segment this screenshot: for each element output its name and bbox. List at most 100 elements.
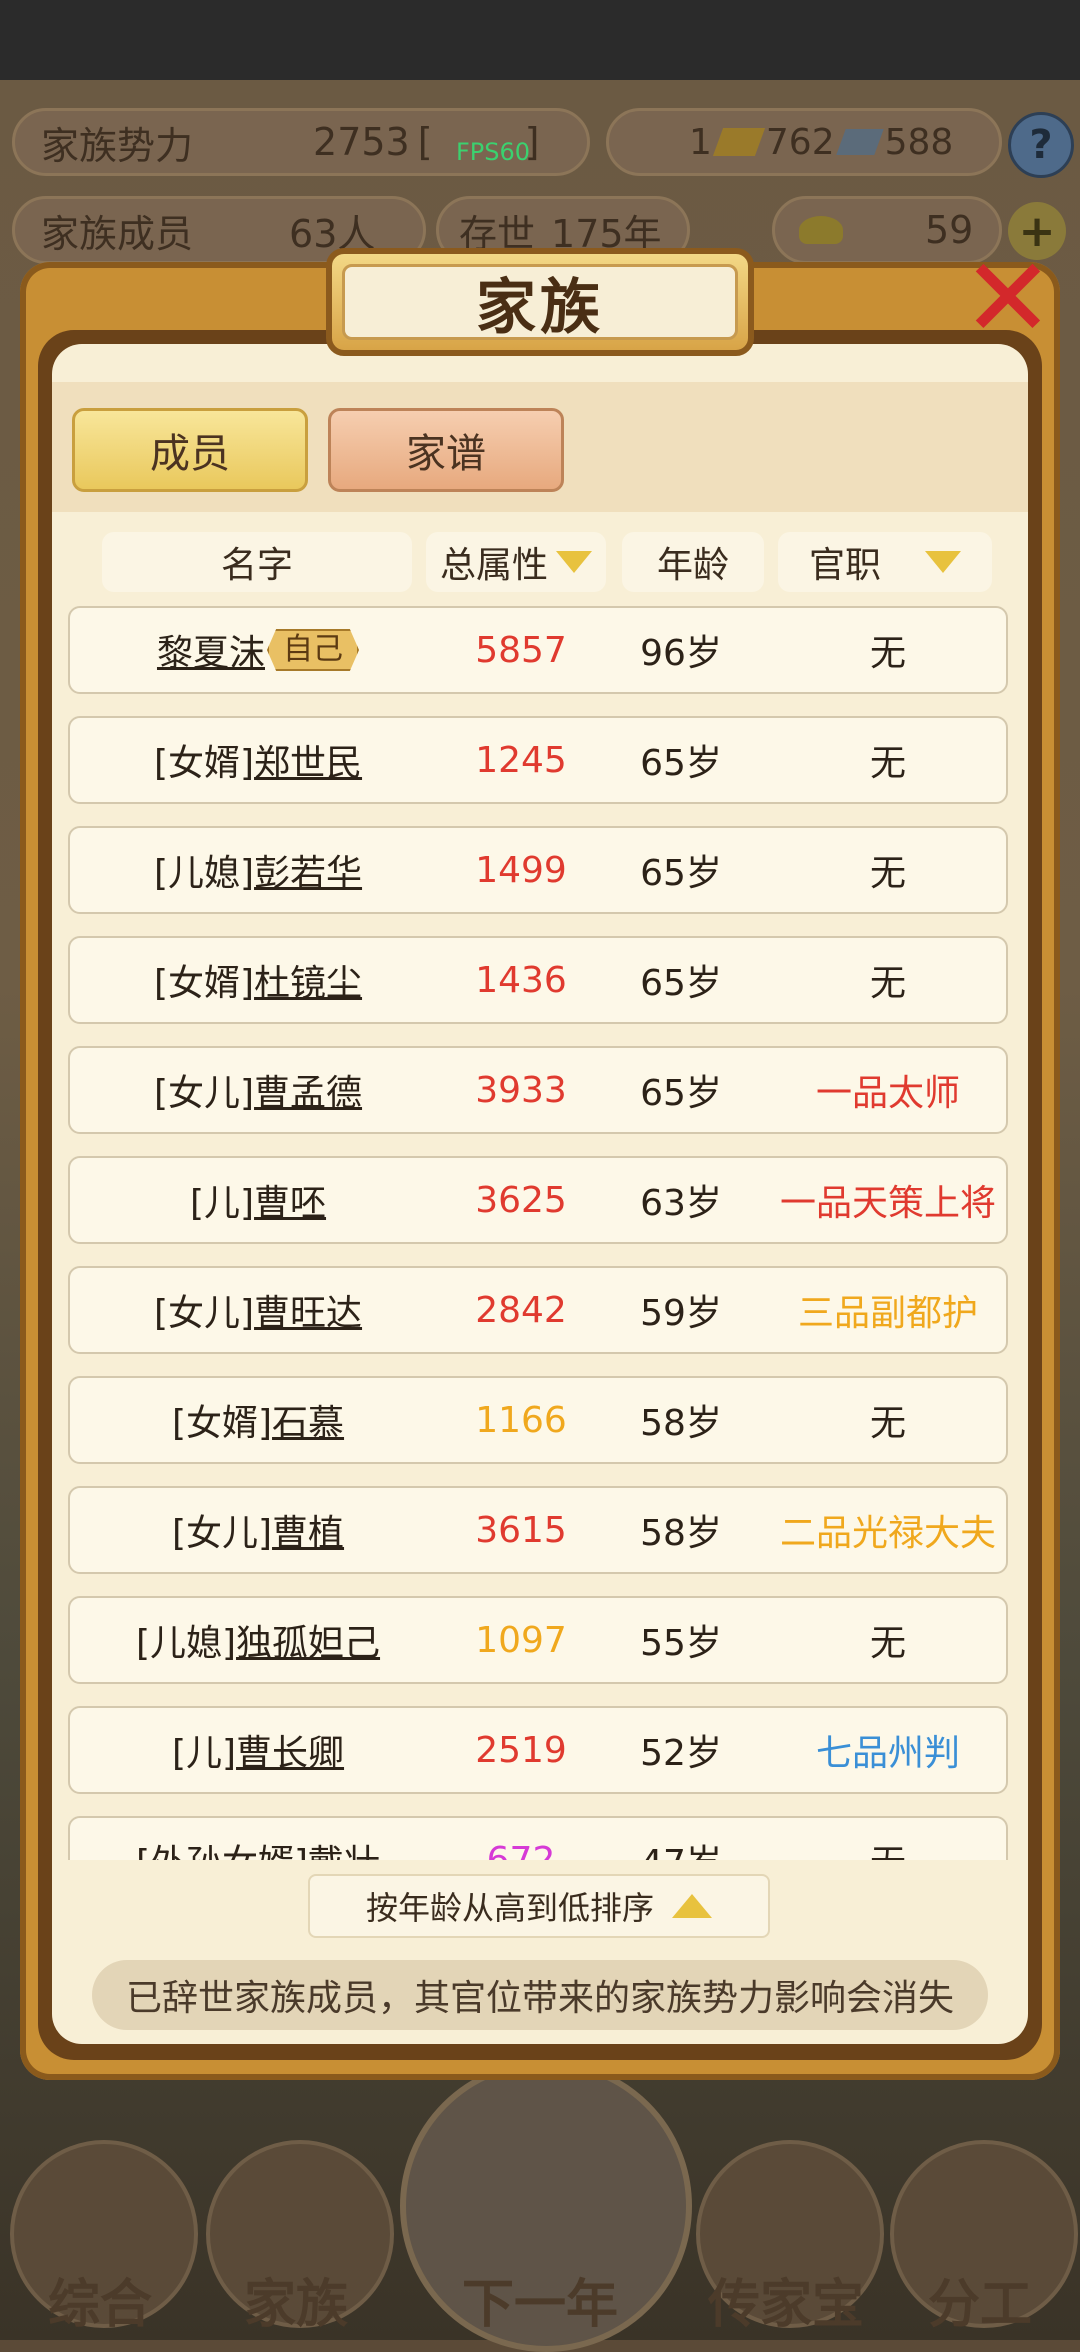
tab-members-label: 成员 [150, 431, 230, 477]
member-relation: [儿] [189, 1183, 255, 1224]
self-badge: 自己 [267, 629, 359, 671]
deceased-notice: 已辞世家族成员，其官位带来的家族势力影响会消失 [92, 1960, 988, 2030]
member-relation: [儿] [171, 1733, 237, 1774]
member-row[interactable]: [儿] 曹呸 3625 63岁 一品天策上将 [68, 1156, 1008, 1244]
modal-title-plate: 家族 [326, 248, 754, 356]
member-attr: 3933 [475, 1069, 567, 1111]
member-post: 三品副都护 [797, 1293, 978, 1334]
member-name[interactable]: 独孤妲己 [236, 1614, 380, 1666]
member-attr: 1499 [475, 849, 567, 891]
member-attr: 672 [486, 1839, 556, 1861]
member-attr: 2519 [475, 1729, 567, 1771]
currency-box: 1 762 588 [606, 108, 1002, 176]
member-age: 96岁 [640, 633, 722, 674]
sort-by-age-label: 按年龄从高到低排序 [365, 1889, 654, 1927]
member-name[interactable]: 杜镜尘 [254, 954, 362, 1006]
member-age: 47岁 [596, 1818, 766, 1860]
member-row[interactable]: [女婿] 郑世民 1245 65岁 无 [68, 716, 1008, 804]
member-attr: 5857 [475, 629, 567, 671]
nav-label-heirloom: 传家宝 [707, 2275, 864, 2335]
member-attr: 1097 [475, 1619, 567, 1661]
member-name[interactable]: 曹呸 [254, 1174, 326, 1226]
member-post: 无 [869, 963, 906, 1004]
member-post: 无 [869, 743, 906, 784]
family-power-value: 2753 [313, 120, 410, 164]
nav-label-family: 家族 [243, 2275, 348, 2335]
member-name[interactable]: 黎夏沫 [157, 624, 265, 676]
close-icon[interactable]: ✕ [958, 234, 1058, 362]
member-list[interactable]: 黎夏沫 自己 5857 96岁 无 [女婿] 郑世民 1245 65岁 无 [儿… [60, 600, 1020, 1860]
member-relation: [儿媳] [153, 853, 255, 894]
help-icon[interactable]: ? [1008, 112, 1074, 178]
nav-label-next-year: 下一年 [461, 2275, 618, 2335]
tab-family-tree-label: 家谱 [406, 431, 486, 477]
gold-bar-icon [712, 128, 766, 156]
member-row[interactable]: [儿] 曹长卿 2519 52岁 七品州判 [68, 1706, 1008, 1794]
member-age: 58岁 [640, 1403, 722, 1444]
member-name[interactable]: 戴壮 [308, 1834, 380, 1860]
member-row[interactable]: [女婿] 杜镜尘 1436 65岁 无 [68, 936, 1008, 1024]
member-name[interactable]: 石慕 [272, 1394, 344, 1446]
member-row[interactable]: 黎夏沫 自己 5857 96岁 无 [68, 606, 1008, 694]
member-age: 65岁 [640, 963, 722, 1004]
tab-members[interactable]: 成员 [72, 408, 308, 492]
sort-by-age-button[interactable]: 按年龄从高到低排序 [308, 1874, 770, 1938]
member-attr: 2842 [475, 1289, 567, 1331]
member-post: 无 [869, 853, 906, 894]
silver-icon [835, 129, 884, 155]
nav-label-division: 分工 [927, 2275, 1032, 2335]
members-label: 家族成员 [41, 211, 194, 256]
member-age: 65岁 [640, 743, 722, 784]
member-age: 52岁 [640, 1733, 722, 1774]
member-attr: 1436 [475, 959, 567, 1001]
member-age: 58岁 [640, 1513, 722, 1554]
member-relation: [女儿] [153, 1073, 255, 1114]
member-age: 65岁 [640, 853, 722, 894]
member-relation: [女婿] [153, 743, 255, 784]
member-row[interactable]: [外孙女婿] 戴壮 672 47岁 无 [68, 1816, 1008, 1860]
member-name[interactable]: 曹植 [272, 1504, 344, 1556]
member-name[interactable]: 曹旺达 [254, 1284, 362, 1336]
fps-counter: FPS60 [456, 138, 531, 166]
silver-count: 588 [884, 121, 954, 163]
member-name[interactable]: 曹孟德 [254, 1064, 362, 1116]
member-post: 一品天策上将 [779, 1183, 996, 1224]
modal-title: 家族 [476, 272, 604, 343]
tab-family-tree[interactable]: 家谱 [328, 408, 564, 492]
member-post: 七品州判 [815, 1733, 960, 1774]
member-row[interactable]: [儿媳] 彭若华 1499 65岁 无 [68, 826, 1008, 914]
sort-down-icon [556, 551, 592, 573]
member-relation: [儿媳] [135, 1623, 237, 1664]
member-attr: 1166 [475, 1399, 567, 1441]
member-age: 65岁 [640, 1073, 722, 1114]
family-power-label: 家族势力 [41, 123, 194, 168]
member-relation: [女儿] [171, 1513, 273, 1554]
member-name[interactable]: 彭若华 [254, 844, 362, 896]
gold-count: 1 [689, 121, 712, 163]
member-relation: [女婿] [153, 963, 255, 1004]
member-row[interactable]: [女婿] 石慕 1166 58岁 无 [68, 1376, 1008, 1464]
member-name[interactable]: 曹长卿 [236, 1724, 344, 1776]
member-age: 55岁 [640, 1623, 722, 1664]
member-row[interactable]: [女儿] 曹植 3615 58岁 二品光禄大夫 [68, 1486, 1008, 1574]
member-age: 63岁 [640, 1183, 722, 1224]
header-attr-sort[interactable]: 总属性 [426, 532, 606, 592]
member-attr: 1245 [475, 739, 567, 781]
member-row[interactable]: [女儿] 曹旺达 2842 59岁 三品副都护 [68, 1266, 1008, 1354]
sort-down-icon [925, 551, 961, 573]
member-attr: 3625 [475, 1179, 567, 1221]
member-post: 无 [869, 1403, 906, 1444]
member-post: 二品光禄大夫 [779, 1513, 996, 1554]
yuanbao-icon [799, 216, 843, 244]
member-relation: [女婿] [171, 1403, 273, 1444]
member-relation: [外孙女婿] [136, 1834, 308, 1860]
header-post-sort[interactable]: 官职 [778, 532, 992, 592]
ingot-count: 762 [765, 121, 835, 163]
member-post: 无 [766, 1818, 1010, 1860]
header-age: 年龄 [622, 532, 764, 592]
member-row[interactable]: [女儿] 曹孟德 3933 65岁 一品太师 [68, 1046, 1008, 1134]
nav-label-general: 综合 [47, 2275, 152, 2335]
member-attr: 3615 [475, 1509, 567, 1551]
member-name[interactable]: 郑世民 [254, 734, 362, 786]
member-row[interactable]: [儿媳] 独孤妲己 1097 55岁 无 [68, 1596, 1008, 1684]
